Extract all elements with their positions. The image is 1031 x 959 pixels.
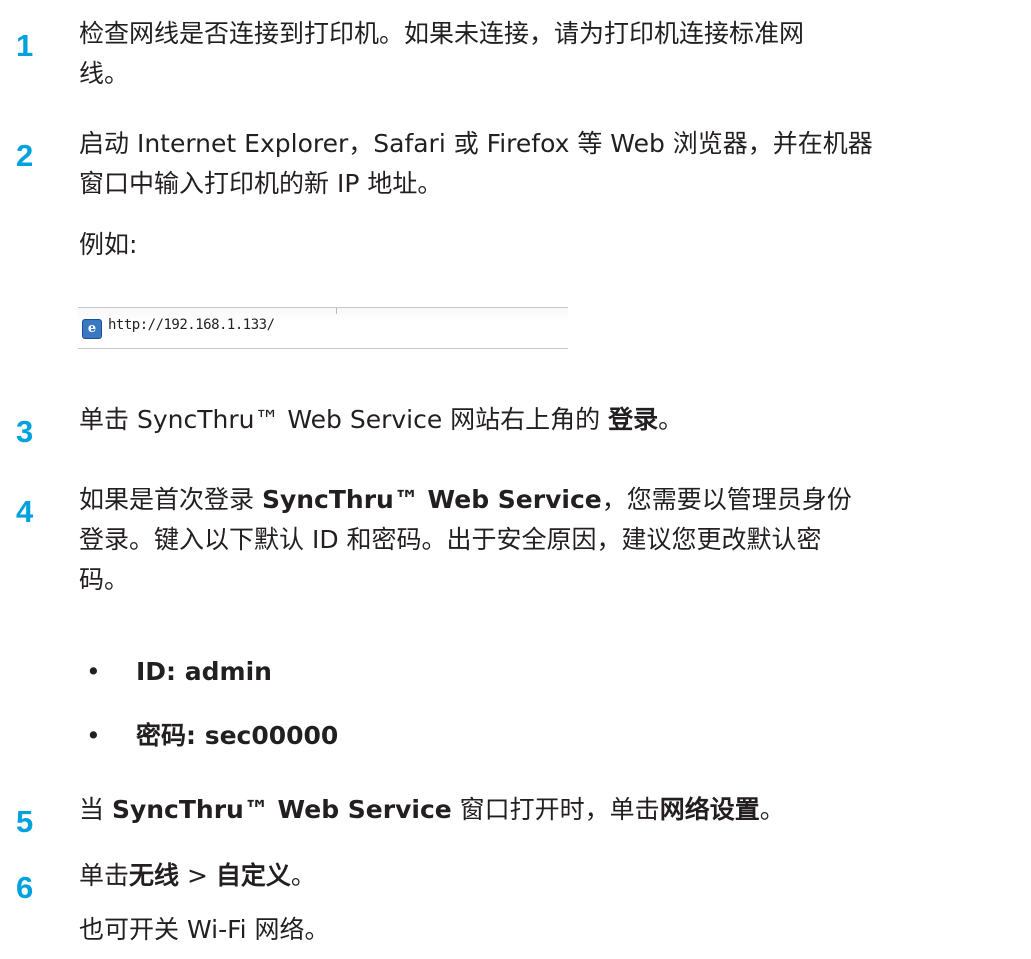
step-number-5: 5 — [16, 804, 34, 839]
step-4-line-3: 码。 — [79, 565, 130, 594]
custom-term: 自定义 — [215, 861, 291, 890]
step-3-text: 单击 SyncThru™ Web Service 网站右上角的 登录。 — [79, 400, 1019, 440]
bullet-dot: • — [86, 657, 101, 686]
step-6-separator: > — [179, 861, 216, 890]
step-number-1: 1 — [16, 28, 34, 63]
bullet-password: • 密码: sec00000 — [86, 716, 338, 756]
step-4-line-2: 登录。键入以下默认 ID 和密码。出于安全原因，建议您更改默认密 — [79, 525, 822, 554]
example-address-bar: e http://192.168.1.133/ — [78, 307, 568, 349]
step-5-text: 当 SyncThru™ Web Service 窗口打开时，单击网络设置。 — [79, 790, 1019, 830]
wireless-term: 无线 — [129, 861, 180, 890]
step-6-prefix: 单击 — [79, 861, 130, 890]
step-4-line-1-prefix: 如果是首次登录 — [79, 485, 262, 514]
bullet-password-text: 密码: sec00000 — [136, 721, 339, 750]
step-5-prefix: 当 — [79, 795, 112, 824]
bullet-id-text: ID: admin — [136, 657, 272, 686]
login-term: 登录 — [608, 405, 659, 434]
step-2-text: 启动 Internet Explorer，Safari 或 Firefox 等 … — [79, 124, 1019, 204]
step-1-text: 检查网线是否连接到打印机。如果未连接，请为打印机连接标准网 线。 — [79, 14, 1019, 94]
step-number-4: 4 — [16, 494, 34, 529]
step-4-line-1-suffix: ，您需要以管理员身份 — [601, 485, 852, 514]
step-5-product-name: SyncThru™ Web Service — [111, 795, 452, 824]
step-1-line-2: 线。 — [79, 59, 130, 88]
step-2-line-2: 窗口中输入打印机的新 IP 地址。 — [79, 169, 443, 198]
step-4-text: 如果是首次登录 SyncThru™ Web Service，您需要以管理员身份 … — [79, 480, 1019, 600]
step-4-product-name: SyncThru™ Web Service — [261, 485, 602, 514]
step-number-6: 6 — [16, 870, 34, 905]
address-bar-divider — [336, 308, 337, 314]
step-1-line-1: 检查网线是否连接到打印机。如果未连接，请为打印机连接标准网 — [79, 19, 805, 48]
network-settings-term: 网络设置 — [659, 795, 760, 824]
step-2-line-1: 启动 Internet Explorer，Safari 或 Firefox 等 … — [79, 129, 873, 158]
step-5-middle: 窗口打开时，单击 — [451, 795, 660, 824]
internet-explorer-icon: e — [82, 319, 102, 339]
step-3-prefix: 单击 SyncThru™ Web Service 网站右上角的 — [79, 405, 609, 434]
step-6-note: 也可开关 Wi-Fi 网络。 — [79, 915, 330, 944]
step-6-text: 单击无线 > 自定义。 — [79, 856, 1019, 896]
step-number-2: 2 — [16, 138, 34, 173]
example-url: http://192.168.1.133/ — [108, 317, 275, 333]
step-6-suffix: 。 — [290, 861, 316, 890]
bullet-dot: • — [86, 721, 101, 750]
step-5-suffix: 。 — [759, 795, 785, 824]
step-3-suffix: 。 — [658, 405, 684, 434]
example-label: 例如: — [79, 230, 138, 259]
bullet-id: • ID: admin — [86, 652, 272, 692]
step-number-3: 3 — [16, 414, 34, 449]
